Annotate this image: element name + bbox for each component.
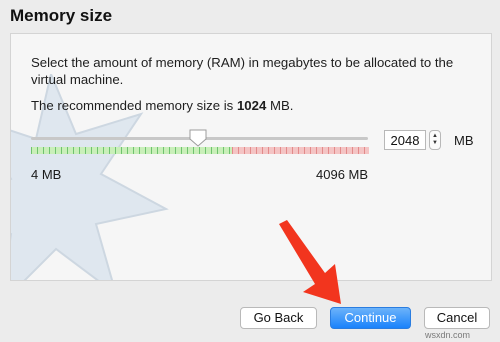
content-panel: Select the amount of memory (RAM) in meg…: [10, 33, 492, 281]
memory-size-input[interactable]: [384, 130, 426, 150]
memory-slider-thumb[interactable]: [188, 128, 208, 148]
description-text: Select the amount of memory (RAM) in meg…: [31, 55, 454, 87]
memory-unit-label: MB: [454, 133, 474, 148]
slider-min-label: 4 MB: [31, 167, 62, 182]
dialog-title: Memory size: [10, 6, 113, 25]
stepper-down-icon[interactable]: ▼: [432, 140, 438, 147]
recommended-value: 1024: [236, 98, 267, 113]
stepper-up-icon[interactable]: ▲: [432, 133, 438, 140]
memory-stepper[interactable]: ▲ ▼: [429, 130, 441, 150]
go-back-button[interactable]: Go Back: [240, 307, 317, 329]
slider-max-label: 4096 MB: [316, 167, 369, 182]
recommended-text: The recommended memory size is 1024 MB.: [31, 98, 294, 113]
cancel-button[interactable]: Cancel: [424, 307, 490, 329]
red-pointer-arrow-icon: [279, 220, 341, 304]
watermark-text: wsxdn.com: [425, 330, 471, 340]
safe-range-segment: [31, 147, 232, 154]
continue-button[interactable]: Continue: [330, 307, 411, 329]
memory-range-indicator: [31, 147, 369, 154]
warning-range-segment: [232, 147, 369, 154]
